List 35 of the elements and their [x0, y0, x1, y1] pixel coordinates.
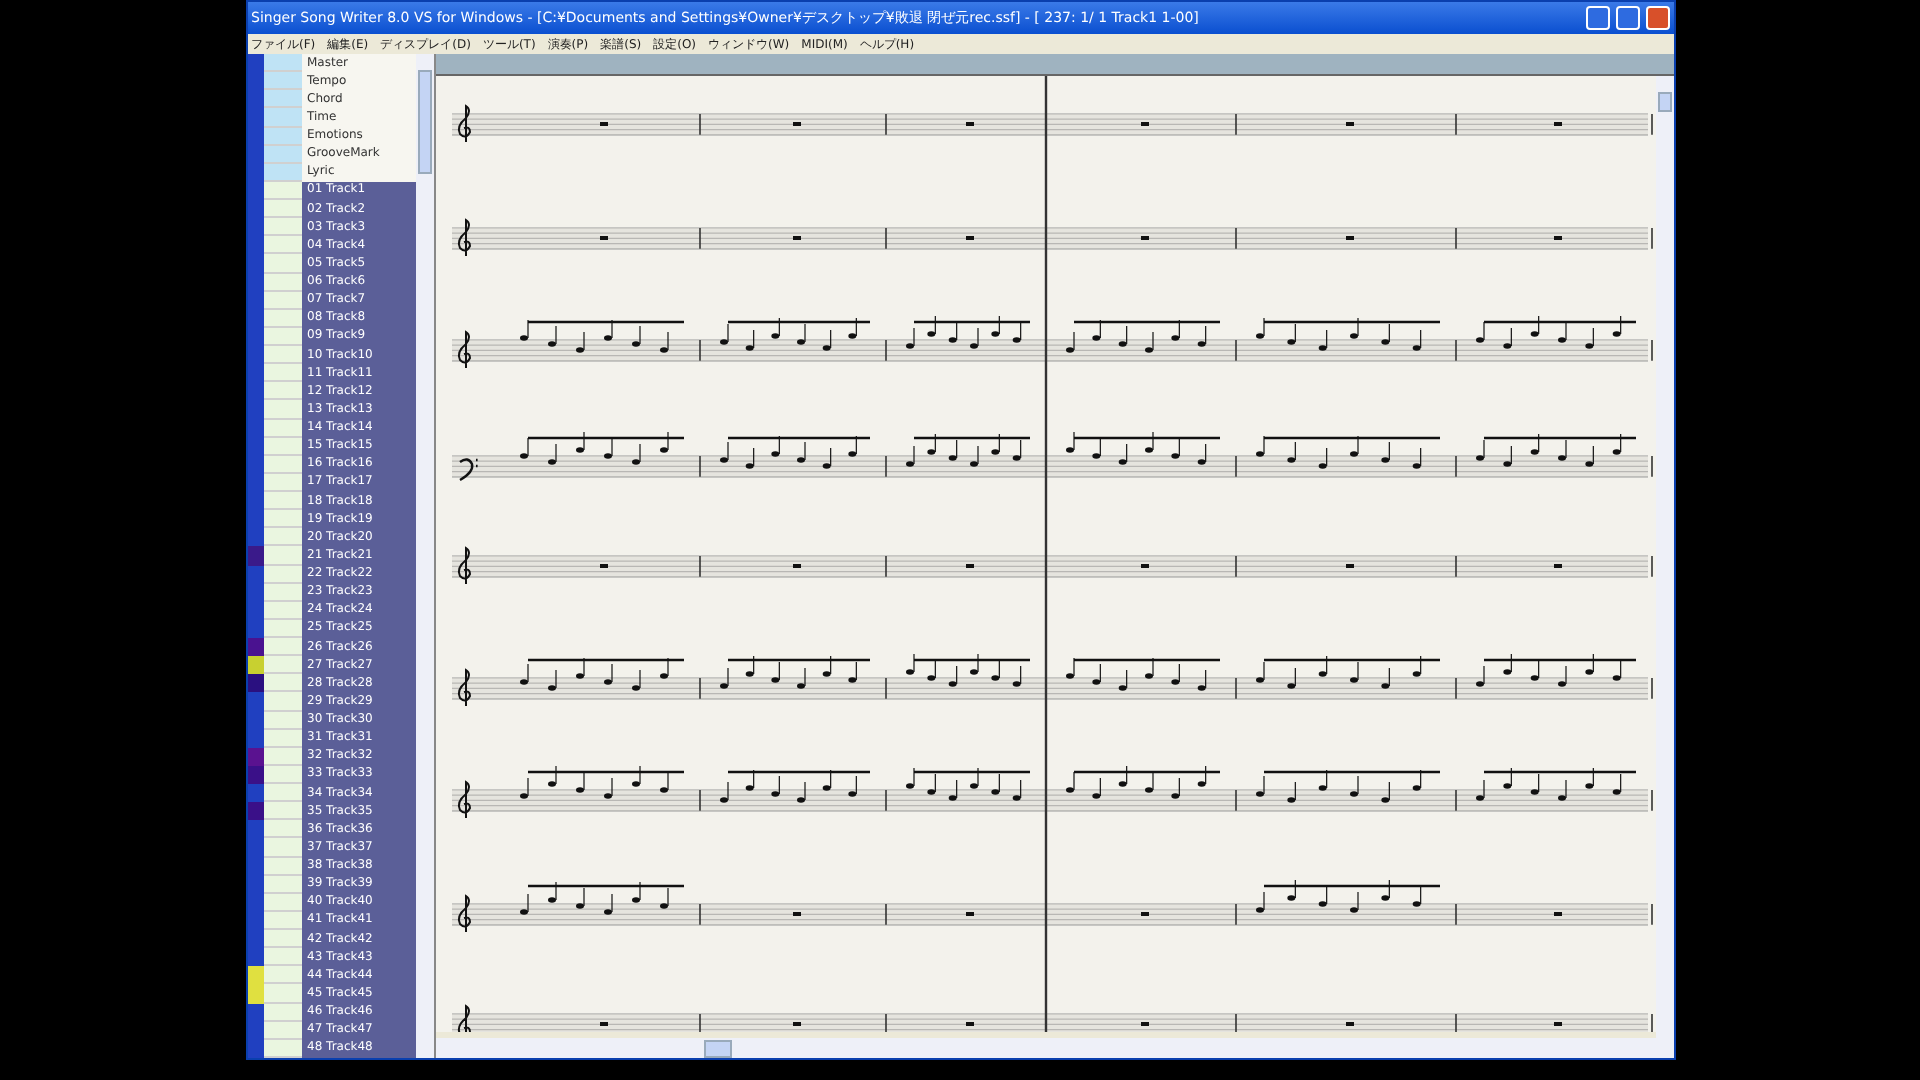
row-number-cell	[263, 802, 301, 821]
row-number-cell	[263, 364, 301, 383]
row-number-cell	[263, 838, 301, 857]
row-number-cell	[263, 546, 301, 565]
row-number-cell	[263, 400, 301, 419]
row-number-cell	[263, 948, 301, 967]
row-number-cell	[263, 492, 301, 511]
scroll-thumb[interactable]	[703, 1039, 731, 1057]
row-number-cell	[263, 108, 301, 127]
row-number-cell	[263, 218, 301, 237]
close-button[interactable]	[1645, 6, 1669, 30]
row-number-cell	[263, 656, 301, 675]
row-number-cell	[263, 638, 301, 657]
row-number-cell	[263, 90, 301, 109]
horizontal-scrollbar[interactable]	[435, 1038, 1673, 1058]
row-number-cell	[263, 346, 301, 365]
maximize-button[interactable]	[1615, 6, 1639, 30]
row-number-cell	[263, 784, 301, 803]
row-number-cell	[263, 930, 301, 949]
scroll-thumb[interactable]	[1657, 92, 1671, 112]
scroll-thumb[interactable]	[417, 70, 431, 174]
row-number-cell	[263, 382, 301, 401]
row-number-cell	[263, 54, 301, 73]
row-number-cell	[263, 692, 301, 711]
row-number-cell	[263, 820, 301, 839]
row-number-cell	[263, 72, 301, 91]
row-number-cell	[263, 966, 301, 985]
minimize-button[interactable]	[1585, 6, 1609, 30]
row-number-cell	[263, 236, 301, 255]
row-number-cell	[263, 528, 301, 547]
row-number-cell	[263, 254, 301, 273]
row-number-cell	[263, 984, 301, 1003]
row-number-cell	[263, 200, 301, 219]
row-number-cell	[263, 510, 301, 529]
row-number-cell	[263, 674, 301, 693]
